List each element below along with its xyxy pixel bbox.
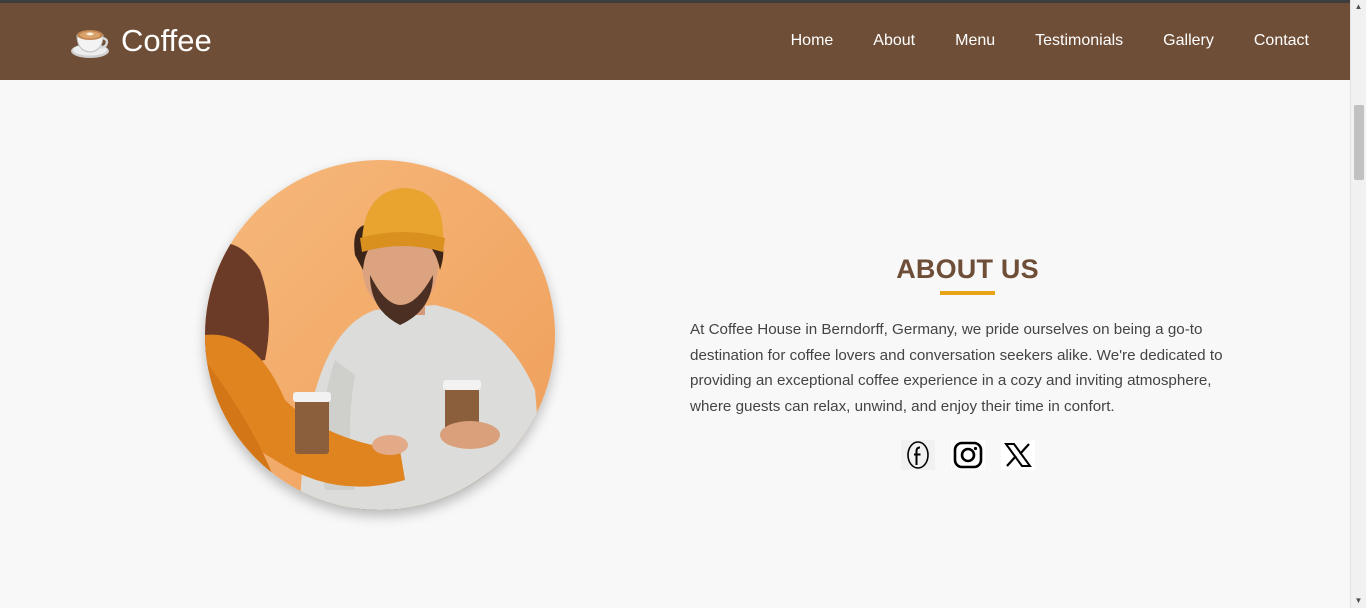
about-text: At Coffee House in Berndorff, Germany, w… <box>690 321 1223 416</box>
about-title: ABOUT US <box>896 254 1039 284</box>
scroll-thumb[interactable] <box>1354 105 1364 180</box>
about-section: ABOUT US At Coffee House in Berndorff, G… <box>690 250 1245 470</box>
coffee-cup-icon <box>71 30 109 58</box>
about-photo <box>205 160 555 510</box>
nav-contact[interactable]: Contact <box>1254 31 1309 51</box>
social-links <box>690 439 1245 470</box>
page: Coffee Home About Menu Testimonials Gall… <box>0 0 1366 608</box>
nav-menu[interactable]: Menu <box>955 31 995 51</box>
scrollbar[interactable]: ▲ ▼ <box>1350 0 1366 608</box>
navbar: Coffee Home About Menu Testimonials Gall… <box>0 3 1350 80</box>
x-icon[interactable] <box>1000 439 1035 470</box>
facebook-icon[interactable] <box>900 439 935 470</box>
scroll-down-icon[interactable]: ▼ <box>1351 594 1366 608</box>
title-underline <box>940 291 995 295</box>
nav-gallery[interactable]: Gallery <box>1163 31 1214 51</box>
brand[interactable]: Coffee <box>69 21 212 61</box>
scroll-up-icon[interactable]: ▲ <box>1351 0 1366 14</box>
nav-testimonials[interactable]: Testimonials <box>1035 31 1123 51</box>
instagram-icon[interactable] <box>950 439 985 470</box>
nav-home[interactable]: Home <box>791 31 834 51</box>
main-nav: Home About Menu Testimonials Gallery Con… <box>791 31 1309 51</box>
brand-name: Coffee <box>121 23 212 58</box>
nav-about[interactable]: About <box>873 31 915 51</box>
